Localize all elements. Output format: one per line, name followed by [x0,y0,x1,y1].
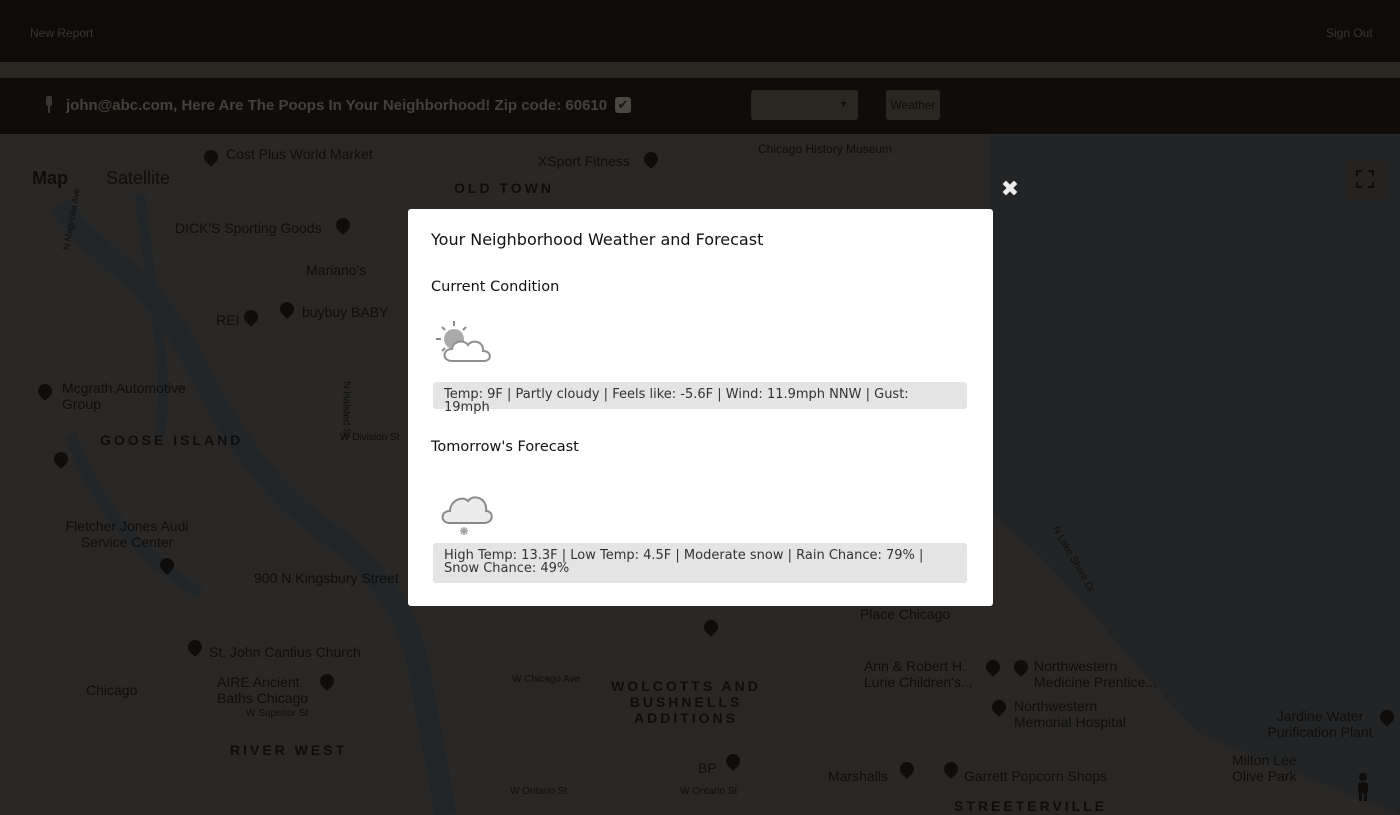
chevron-down-icon: ▼ [839,99,848,109]
map-district-label: GOOSE ISLAND [100,432,244,448]
street-label: N Halsted St [340,381,352,438]
new-report-link[interactable]: New Report [30,26,93,40]
street-view-pegman-icon[interactable] [1355,772,1371,802]
map-place-label: Northwestern Memorial Hospital [1014,698,1127,730]
street-label: W Ontario St [680,786,738,797]
map-place-label: 900 N Kingsbury Street [254,570,399,586]
map-place-label: XSport Fitness [538,153,630,169]
navbar-divider [0,62,1400,78]
partly-cloudy-icon [436,321,491,362]
map-district-label: OLD TOWN [454,180,554,196]
map-place-label: Mariano's [306,262,367,278]
street-label: W Division St [340,432,400,443]
map-district-label: RIVER WEST [230,742,348,758]
map-place-label: AIRE Ancient Baths Chicago [217,674,309,706]
map-district-label: WOLCOTTS AND BUSHNELLS ADDITIONS [611,678,761,726]
filter-checkbox[interactable]: ✔ [615,97,631,113]
close-icon[interactable]: ✖ [999,178,1021,200]
snow-cloud-icon [441,496,493,535]
map-place-label: DICK'S Sporting Goods [175,220,322,236]
fullscreen-icon [1356,170,1374,188]
current-condition-text: Temp: 9F | Partly cloudy | Feels like: -… [433,382,967,414]
tomorrow-forecast-heading: Tomorrow's Forecast [431,439,579,455]
map-place-label: Place Chicago [860,606,951,622]
map-place-label: Mcgrath Automotive Group [62,380,186,412]
map-place-label: St. John Cantius Church [209,644,361,660]
fullscreen-button[interactable] [1346,160,1386,200]
street-label: W Superior St [246,708,309,719]
street-label: W Chicago Ave [512,674,581,685]
map-place-label: Jardine Water Purification Plant [1267,708,1373,740]
current-condition-heading: Current Condition [431,279,560,295]
top-navbar: New Report Sign Out [0,0,1400,62]
greeting-text: john@abc.com, Here Are The Poops In Your… [66,97,608,114]
weather-button[interactable]: Weather [886,90,940,120]
modal-title: Your Neighborhood Weather and Forecast [431,230,764,249]
map-place-label: Northwestern Medicine Prentice... [1034,658,1157,690]
map-place-label: Milton Lee Olive Park [1232,752,1297,784]
map-type-map-button[interactable]: Map [32,168,68,189]
map-type-satellite-button[interactable]: Satellite [106,168,170,189]
filter-select[interactable]: ▼ [751,90,858,120]
sign-out-link[interactable]: Sign Out [1326,26,1373,40]
map-pin-icon [44,96,54,113]
map-place-label: REI [216,312,240,328]
tomorrow-forecast-text: High Temp: 13.3F | Low Temp: 4.5F | Mode… [433,543,967,583]
map-place-label: Ann & Robert H. Lurie Children's... [864,658,973,690]
map-place-label: Garrett Popcorn Shops [964,768,1108,784]
map-place-label: Chicago [86,682,138,698]
weather-modal: Your Neighborhood Weather and Forecast C… [408,209,993,606]
map-place-label: Chicago History Museum [758,142,893,156]
map-place-label: Marshalls [828,768,888,784]
map-place-label: BP [698,760,717,776]
map-place-label: Fletcher Jones Audi Service Center [65,518,189,550]
map-place-label: buybuy BABY [302,304,389,320]
map-district-label: STREETERVILLE [954,798,1108,814]
street-label: W Ontario St [510,786,568,797]
map-place-label: Cost Plus World Market [226,146,373,162]
